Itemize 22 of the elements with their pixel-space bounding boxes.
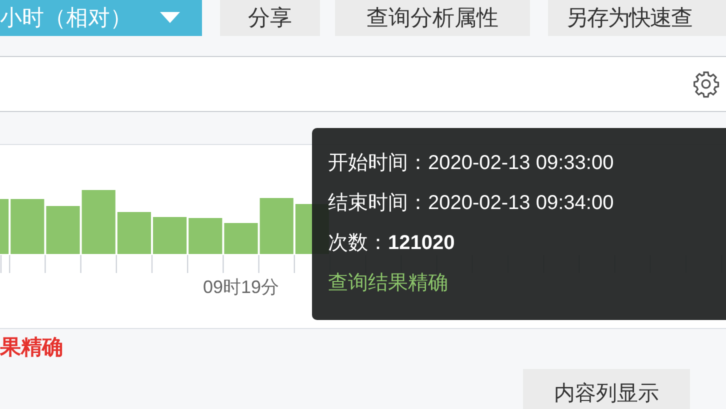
histogram-bar	[0, 199, 9, 254]
histogram-bar	[260, 198, 294, 254]
histogram-bar	[82, 190, 116, 254]
histogram-bar	[188, 218, 222, 254]
toolbar-button[interactable]: 查询分析属性	[335, 0, 530, 36]
settings-icon[interactable]	[692, 70, 720, 98]
search-field[interactable]	[0, 56, 726, 112]
tooltip-text: 次数：121020	[328, 231, 455, 256]
status-text: 果精确	[0, 335, 64, 361]
histogram-bar	[10, 199, 44, 254]
histogram-bar	[117, 212, 151, 254]
tooltip-text: 开始时间：2020-02-13 09:33:00	[328, 151, 614, 176]
tooltip-status: 查询结果精确	[328, 271, 448, 296]
caret-icon	[160, 12, 180, 24]
toolbar-button[interactable]: 另存为快速查	[548, 0, 726, 36]
toolbar-button[interactable]: 分享	[220, 0, 320, 36]
axis-label: 09时19分	[202, 277, 280, 297]
histogram-bar	[224, 223, 258, 254]
column-display-button[interactable]: 内容列显示	[523, 369, 690, 409]
histogram-bar	[153, 217, 187, 254]
histogram-bar	[46, 206, 80, 254]
tooltip-text: 结束时间：2020-02-13 09:34:00	[328, 191, 614, 216]
